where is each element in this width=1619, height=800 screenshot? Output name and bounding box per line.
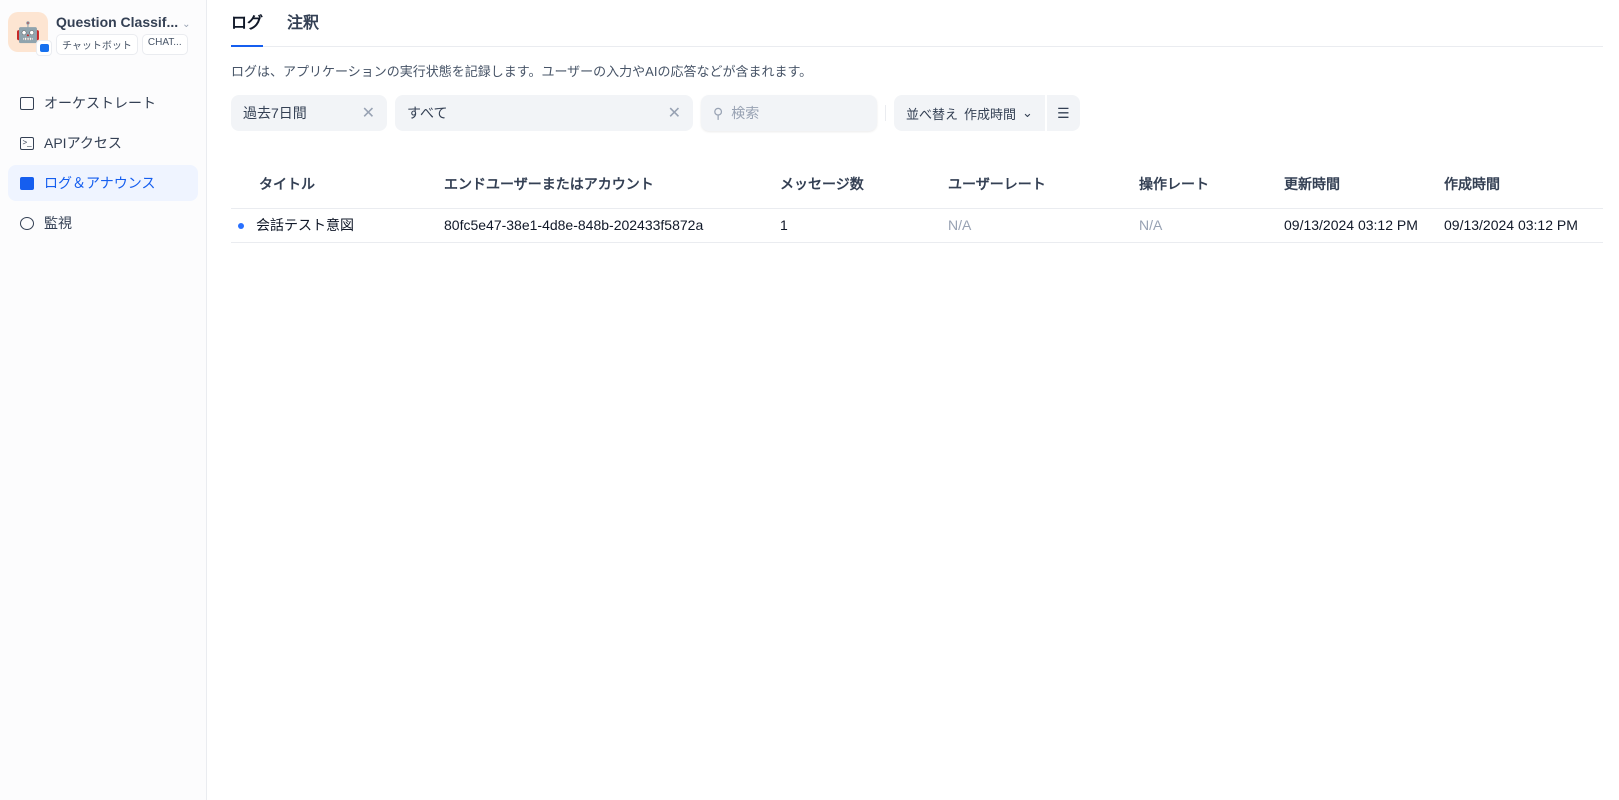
chevron-down-icon: ⌄ xyxy=(182,19,191,30)
app-avatar: 🤖 xyxy=(8,12,52,56)
clear-icon[interactable]: ✕ xyxy=(362,103,375,123)
period-filter[interactable]: 過去7日間 ✕ xyxy=(231,95,387,131)
divider xyxy=(885,105,886,121)
sort-select[interactable]: 並べ替え 作成時間 ⌄ xyxy=(894,95,1045,131)
sort-descending-icon: ☰ xyxy=(1056,104,1070,121)
nav-label: 監視 xyxy=(44,215,72,231)
row-title: 会話テスト意図 xyxy=(256,217,354,233)
row-user: 80fc5e47-38e1-4d8e-848b-202433f5872a xyxy=(444,208,780,243)
row-updated: 09/13/2024 03:12 PM xyxy=(1284,208,1444,243)
period-value: 過去7日間 xyxy=(243,105,307,121)
nav-orchestrate[interactable]: オーケストレート xyxy=(8,85,198,121)
col-messages: メッセージ数 xyxy=(780,161,948,209)
tab-annotations[interactable]: 注釈 xyxy=(287,0,319,47)
col-title: タイトル xyxy=(231,161,444,209)
terminal-icon: >_ xyxy=(20,136,34,150)
search-icon: ⚲ xyxy=(713,104,724,121)
nav-label: ログ＆アナウンス xyxy=(44,175,156,191)
row-messages: 1 xyxy=(780,208,948,243)
table-row[interactable]: 会話テスト意図 80fc5e47-38e1-4d8e-848b-202433f5… xyxy=(231,208,1603,243)
col-op-rate: 操作レート xyxy=(1139,161,1284,209)
document-icon xyxy=(20,176,34,190)
gauge-icon xyxy=(20,216,34,230)
col-updated: 更新時間 xyxy=(1284,161,1444,209)
col-created: 作成時間 xyxy=(1444,161,1603,209)
chevron-down-icon: ⌄ xyxy=(1022,105,1033,120)
nav-label: APIアクセス xyxy=(44,135,122,151)
status-filter[interactable]: すべて ✕ xyxy=(395,95,693,131)
search-placeholder: 検索 xyxy=(731,105,760,121)
col-user-rate: ユーザーレート xyxy=(948,161,1139,209)
app-type-tag: チャットボット xyxy=(56,34,138,55)
chatbot-badge-icon xyxy=(36,40,52,56)
nav-label: オーケストレート xyxy=(44,95,156,111)
layout-icon xyxy=(20,96,34,110)
clear-icon[interactable]: ✕ xyxy=(668,103,681,123)
page-description: ログは、アプリケーションの実行状態を記録します。ユーザーの入力やAIの応答などが… xyxy=(231,64,813,79)
col-user: エンドユーザーまたはアカウント xyxy=(444,161,780,209)
nav-api-access[interactable]: >_ APIアクセス xyxy=(8,125,198,161)
app-name: Question Classif... xyxy=(56,14,179,30)
tab-logs[interactable]: ログ xyxy=(231,0,264,47)
sort-direction-button[interactable]: ☰ xyxy=(1045,95,1080,131)
sort-label: 並べ替え xyxy=(906,106,959,122)
sort-value: 作成時間 xyxy=(964,106,1017,122)
row-op-rate: N/A xyxy=(1139,208,1284,243)
search-input[interactable]: ⚲ 検索 xyxy=(701,95,877,131)
app-selector[interactable]: 🤖 Question Classif... ⌄ チャットボット CHAT... xyxy=(0,0,206,56)
row-created: 09/13/2024 03:12 PM xyxy=(1444,208,1603,243)
unread-dot-icon xyxy=(238,223,244,230)
logs-table: タイトル エンドユーザーまたはアカウント メッセージ数 ユーザーレート 操作レー… xyxy=(231,161,1603,243)
row-user-rate: N/A xyxy=(948,208,1139,243)
status-value: すべて xyxy=(407,105,448,121)
nav-logs[interactable]: ログ＆アナウンス xyxy=(8,165,198,201)
sidebar: 🤖 Question Classif... ⌄ チャットボット CHAT... オ… xyxy=(0,0,207,800)
nav-monitoring[interactable]: 監視 xyxy=(8,205,198,241)
app-mode-tag: CHAT... xyxy=(141,34,188,55)
